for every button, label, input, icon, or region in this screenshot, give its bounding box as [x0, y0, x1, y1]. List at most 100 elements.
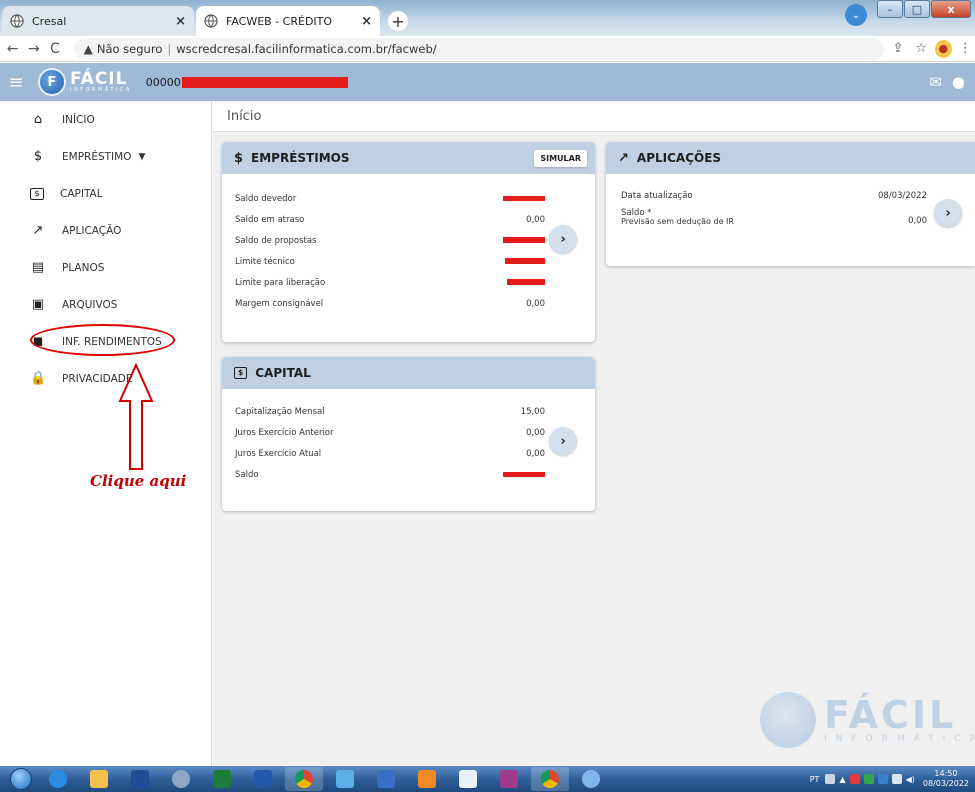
- card-title: EMPRÉSTIMOS: [251, 151, 350, 165]
- redacted-value: [503, 471, 545, 477]
- office-app-icon[interactable]: [367, 767, 405, 791]
- capital-details-button[interactable]: ›: [549, 427, 577, 455]
- browser-tab-facweb[interactable]: FACWEB - CRÉDITO ×: [196, 6, 380, 36]
- sidebar-item-emprestimo[interactable]: $ EMPRÉSTIMO ▼: [0, 138, 211, 175]
- ir-note: Previsão sem dedução de IR: [621, 217, 734, 226]
- row-value: 0,00: [526, 298, 545, 309]
- profile-avatar-icon[interactable]: ●: [934, 39, 952, 58]
- winrar-icon[interactable]: [490, 767, 528, 791]
- antivirus-icon[interactable]: [849, 774, 860, 784]
- search-app-icon[interactable]: [162, 767, 200, 791]
- minimize-button[interactable]: –: [877, 0, 903, 18]
- sidebar-item-label: APLICAÇÃO: [62, 224, 122, 237]
- caret-down-icon: ▼: [138, 151, 146, 162]
- table-row: Data atualização 08/03/2022: [621, 191, 927, 201]
- tray-expand-icon[interactable]: ▲: [839, 775, 845, 784]
- sidebar-item-aplicacao[interactable]: ↗ APLICAÇÃO: [0, 212, 211, 249]
- bank-app-icon[interactable]: [449, 767, 487, 791]
- sidebar-item-arquivos[interactable]: ▣ ARQUIVOS: [0, 286, 211, 323]
- close-icon[interactable]: ×: [175, 14, 186, 29]
- forward-icon[interactable]: →: [25, 41, 42, 57]
- menu-kebab-icon[interactable]: ⋮: [956, 41, 975, 56]
- media-player-icon[interactable]: [121, 767, 159, 791]
- sidebar-item-capital[interactable]: $ CAPITAL: [0, 175, 211, 212]
- row-label: Saldo de propostas: [235, 235, 317, 246]
- table-row: Capitalização Mensal 15,00: [235, 401, 545, 422]
- volume-icon[interactable]: ◀): [906, 775, 915, 784]
- row-value: 0,00: [526, 427, 545, 438]
- keyboard-icon[interactable]: [825, 774, 836, 784]
- language-indicator[interactable]: PT: [810, 775, 820, 784]
- windows-logo-icon: [10, 768, 32, 790]
- table-row: Juros Exercício Anterior 0,00: [235, 422, 545, 443]
- table-row: Limite técnico: [235, 251, 545, 272]
- simular-button[interactable]: SIMULAR: [534, 149, 587, 167]
- user-code: 00000: [145, 75, 181, 89]
- table-row: Saldo: [235, 464, 545, 485]
- bookmark-star-icon[interactable]: ☆: [912, 41, 931, 56]
- warning-icon[interactable]: ▲: [84, 42, 93, 56]
- share-icon[interactable]: ⇪: [888, 41, 907, 56]
- row-value: 15,00: [520, 406, 545, 417]
- card-title: APLICAÇÕES: [636, 151, 722, 165]
- annotation-text: Clique aqui: [90, 472, 187, 490]
- user-identity: 00000: [146, 76, 348, 89]
- back-icon[interactable]: ←: [4, 41, 21, 57]
- row-label: Limite técnico: [235, 256, 295, 267]
- chrome-icon[interactable]: [531, 767, 569, 791]
- aplicacoes-details-button[interactable]: ›: [934, 199, 962, 227]
- clock[interactable]: 14:50 08/03/2022: [923, 769, 969, 788]
- archive-icon: ▣: [31, 297, 45, 312]
- logo-word: FÁCIL: [70, 69, 128, 89]
- row-value: 0,00: [526, 448, 545, 459]
- sidebar: ⌂ INÍCIO $ EMPRÉSTIMO ▼ $ CAPITAL ↗ APLI…: [0, 101, 212, 766]
- address-separator: |: [167, 41, 172, 56]
- notes-app-icon[interactable]: [326, 767, 364, 791]
- new-tab-button[interactable]: +: [388, 11, 408, 31]
- tray-app-icon[interactable]: [877, 774, 888, 784]
- sidebar-item-label: INÍCIO: [62, 113, 95, 126]
- account-icon[interactable]: ●: [952, 73, 965, 91]
- table-row: Limite para liberação: [235, 272, 545, 293]
- mail-icon[interactable]: ✉: [929, 73, 942, 91]
- tray-app-icon[interactable]: [863, 774, 874, 784]
- card-header: $ EMPRÉSTIMOS SIMULAR: [222, 142, 595, 174]
- row-label: Margem consignável: [235, 298, 324, 309]
- sidebar-item-inicio[interactable]: ⌂ INÍCIO: [0, 101, 211, 138]
- maximize-button[interactable]: □: [904, 0, 930, 18]
- trending-up-icon: ↗: [618, 150, 629, 166]
- window-close-button[interactable]: x: [931, 0, 971, 18]
- capital-card: $ CAPITAL Capitalização Mensal 15,00 Juro…: [222, 357, 595, 511]
- sidebar-item-planos[interactable]: ▤ PLANOS: [0, 249, 211, 286]
- close-icon[interactable]: ×: [361, 14, 372, 29]
- redacted-user-name: [181, 77, 348, 88]
- hamburger-menu-icon[interactable]: ≡: [0, 72, 32, 93]
- chrome-icon[interactable]: [285, 767, 323, 791]
- internet-explorer-icon[interactable]: [39, 767, 77, 791]
- row-label: Data atualização: [621, 191, 693, 201]
- excel-icon[interactable]: [203, 767, 241, 791]
- tab-search-icon[interactable]: ⌄: [845, 4, 867, 26]
- tab-title: FACWEB - CRÉDITO: [226, 14, 333, 28]
- table-row: Saldo devedor: [235, 188, 545, 209]
- table-row: Saldo em atraso 0,00: [235, 209, 545, 230]
- reload-icon[interactable]: C: [46, 41, 63, 57]
- annotation-oval: [30, 324, 175, 356]
- row-value: 08/03/2022: [878, 191, 927, 201]
- tab-title: Cresal: [32, 14, 67, 28]
- file-explorer-icon[interactable]: [80, 767, 118, 791]
- clock-time: 14:50: [934, 769, 958, 779]
- watermark-subtitle: INFORMÁTICA: [824, 734, 975, 744]
- row-label: Saldo devedor: [235, 193, 297, 204]
- network-icon[interactable]: [891, 774, 902, 784]
- browser-tab-cresal[interactable]: Cresal ×: [2, 6, 194, 36]
- address-bar[interactable]: ▲ Não seguro | wscredcresal.facilinforma…: [73, 37, 885, 60]
- paint-icon[interactable]: [572, 767, 610, 791]
- emprestimos-details-button[interactable]: ›: [549, 225, 577, 253]
- start-button[interactable]: [6, 766, 36, 792]
- word-icon[interactable]: [244, 767, 282, 791]
- sidebar-item-privacidade[interactable]: 🔒 PRIVACIDADE: [0, 360, 211, 397]
- pdf-app-icon[interactable]: [408, 767, 446, 791]
- emprestimos-card: $ EMPRÉSTIMOS SIMULAR Saldo devedor Sald…: [222, 142, 595, 342]
- sidebar-item-label: PLANOS: [62, 261, 105, 274]
